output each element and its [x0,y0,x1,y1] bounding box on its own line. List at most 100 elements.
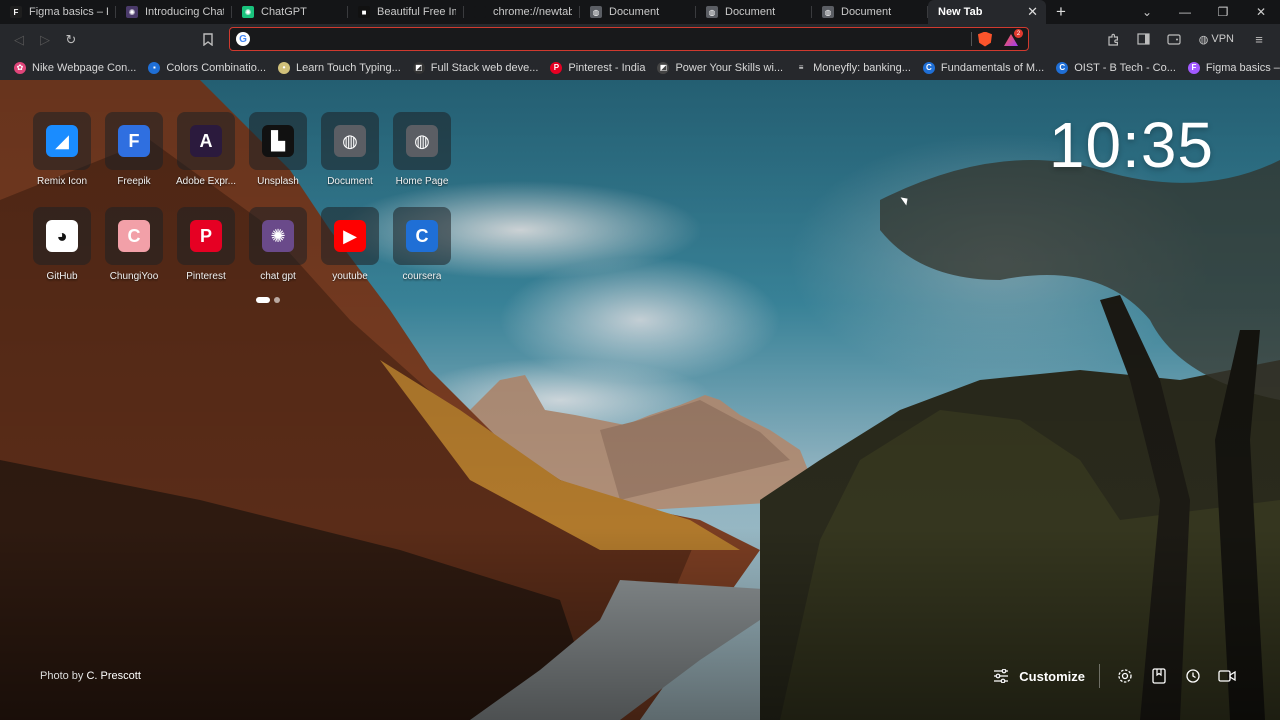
talk-button[interactable] [1210,664,1244,688]
tab-favicon-icon: ◍ [706,6,718,18]
forward-button[interactable]: ▷ [32,27,58,53]
ntp-controls: Customize [993,664,1244,688]
shortcut-icon-box[interactable]: ◍ [321,112,379,170]
tab-title: Beautiful Free Images [377,6,456,18]
toolbar: ◁ ▷ ↻ G 2 ◍ VPN ≡ [0,24,1280,55]
shortcut-tile[interactable]: Ccoursera [390,207,454,282]
address-input[interactable] [250,28,965,50]
sidebar-icon [1137,33,1150,45]
bookmark-favicon-icon: • [278,61,291,74]
address-bar[interactable]: G 2 [229,27,1029,51]
bookmark-item[interactable]: ◩ Full Stack web deve... [409,57,547,79]
shortcut-tile[interactable]: ◕ GitHub [30,207,94,282]
tab[interactable]: ✺ Introducing ChatGPT [116,0,232,24]
clock: 10:35 [1048,109,1214,181]
history-button[interactable] [1176,664,1210,688]
tab-favicon-icon: ■ [358,6,370,18]
bookmark-item[interactable]: ▪ Colors Combinatio... [144,57,274,79]
close-window-icon[interactable]: ✕ [1242,0,1280,24]
shortcut-icon-box[interactable]: ◕ [33,207,91,265]
shortcut-tile[interactable]: ◢ Remix Icon [30,112,94,187]
shortcut-icon: C [406,220,438,252]
bookmark-title: Learn Touch Typing... [296,61,401,74]
tab[interactable]: ◍ Document [812,0,928,24]
tab-favicon-icon [474,6,486,18]
shortcut-icon-box[interactable]: F [105,112,163,170]
shortcut-icon-box[interactable]: ✺ [249,207,307,265]
wallet-button[interactable] [1161,26,1187,52]
tab[interactable]: ■ Beautiful Free Images [348,0,464,24]
tab[interactable]: ✺ ChatGPT [232,0,348,24]
shortcut-tile[interactable]: ◍ Home Page [390,112,454,187]
bookmark-item[interactable]: ✿ Nike Webpage Con... [10,57,144,79]
vpn-button[interactable]: ◍ VPN [1191,33,1242,46]
bookmarks-button[interactable] [1142,664,1176,688]
photo-credit-author[interactable]: C. Prescott [86,670,140,682]
shortcut-tile[interactable]: ▶ youtube [318,207,382,282]
shortcut-tile[interactable]: ▙ Unsplash [246,112,310,187]
shortcut-label: Freepik [117,176,151,187]
shortcut-tile[interactable]: F Freepik [102,112,166,187]
tab-title: Document [725,6,776,18]
gear-icon [1118,669,1132,683]
shortcut-label: coursera [402,271,442,282]
shortcut-tile[interactable]: C ChungiYoo [102,207,166,282]
sidebar-button[interactable] [1131,26,1157,52]
history-icon [1186,669,1200,683]
new-tab-button[interactable]: + [1046,0,1076,24]
bookmark-favicon-icon: P [550,61,563,74]
bookmark-item[interactable]: C OIST - B Tech - Co... [1052,57,1184,79]
shortcut-icon-box[interactable]: P [177,207,235,265]
shortcut-icon-box[interactable]: A [177,112,235,170]
tab-title: Document [841,6,892,18]
shortcut-icon-box[interactable]: ▶ [321,207,379,265]
bookmark-item[interactable]: ≡ Moneyfly: banking... [791,57,919,79]
tab[interactable]: chrome://newtab [464,0,580,24]
brave-shields-icon[interactable] [978,31,992,47]
shortcut-icon-box[interactable]: C [105,207,163,265]
minimize-icon[interactable]: — [1166,0,1204,24]
bookmark-item[interactable]: F Figma basics – Figma [1184,57,1280,79]
tab[interactable]: ◍ Document [696,0,812,24]
page-dot-active[interactable] [256,297,270,303]
bookmark-item[interactable]: P Pinterest - India [546,57,653,79]
bookmark-item[interactable]: C Fundamentals of M... [919,57,1052,79]
photo-credit: Photo by C. Prescott [40,670,141,682]
tab-title: chrome://newtab [493,6,572,18]
settings-button[interactable] [1108,664,1142,688]
shortcut-tile[interactable]: ✺ chat gpt [246,207,310,282]
shortcut-icon-box[interactable]: ▙ [249,112,307,170]
maximize-icon[interactable]: ❐ [1204,0,1242,24]
toolbar-right: ◍ VPN ≡ [1101,27,1272,51]
page-dot[interactable] [274,297,280,303]
brave-rewards-button[interactable]: 2 [1004,29,1023,46]
tab[interactable]: F Figma basics – Figma [0,0,116,24]
bookmark-favicon-icon: ◩ [412,61,425,74]
shortcut-tile[interactable]: A Adobe Expr... [174,112,238,187]
customize-button[interactable]: Customize [993,664,1100,688]
tab-strip: F Figma basics – Figma ✺ Introducing ChatGP… [0,0,1280,24]
close-tab-icon[interactable]: ✕ [1027,4,1038,20]
bookmark-page-button[interactable] [195,27,221,53]
shortcut-tile[interactable]: P Pinterest [174,207,238,282]
reload-icon: ↻ [65,31,77,47]
reload-button[interactable]: ↻ [58,27,84,53]
tab[interactable]: ◍ Document [580,0,696,24]
shortcut-tile[interactable]: ◍ Document [318,112,382,187]
bookmark-item[interactable]: • Learn Touch Typing... [274,57,409,79]
new-tab-page: ◢ Remix Icon F Freepik A Adobe Expr... ▙ Unspla… [0,80,1280,720]
bookmark-item[interactable]: ◩ Power Your Skills wi... [653,57,791,79]
shortcut-icon-box[interactable]: C [393,207,451,265]
back-button[interactable]: ◁ [6,27,32,53]
tab-search-chevron-icon[interactable]: ⌄ [1128,0,1166,24]
bookmark-title: Moneyfly: banking... [813,61,911,74]
shortcut-grid: ◢ Remix Icon F Freepik A Adobe Expr... ▙ Unspla… [30,112,454,282]
shortcut-label: Remix Icon [36,176,87,187]
extensions-button[interactable] [1101,26,1127,52]
shortcut-icon-box[interactable]: ◍ [393,112,451,170]
shortcut-icon-box[interactable]: ◢ [33,112,91,170]
window-controls: ⌄ — ❐ ✕ [1128,0,1280,24]
tab-favicon-icon: F [10,6,22,18]
tab-active[interactable]: New Tab ✕ [928,0,1046,24]
menu-button[interactable]: ≡ [1246,26,1272,52]
